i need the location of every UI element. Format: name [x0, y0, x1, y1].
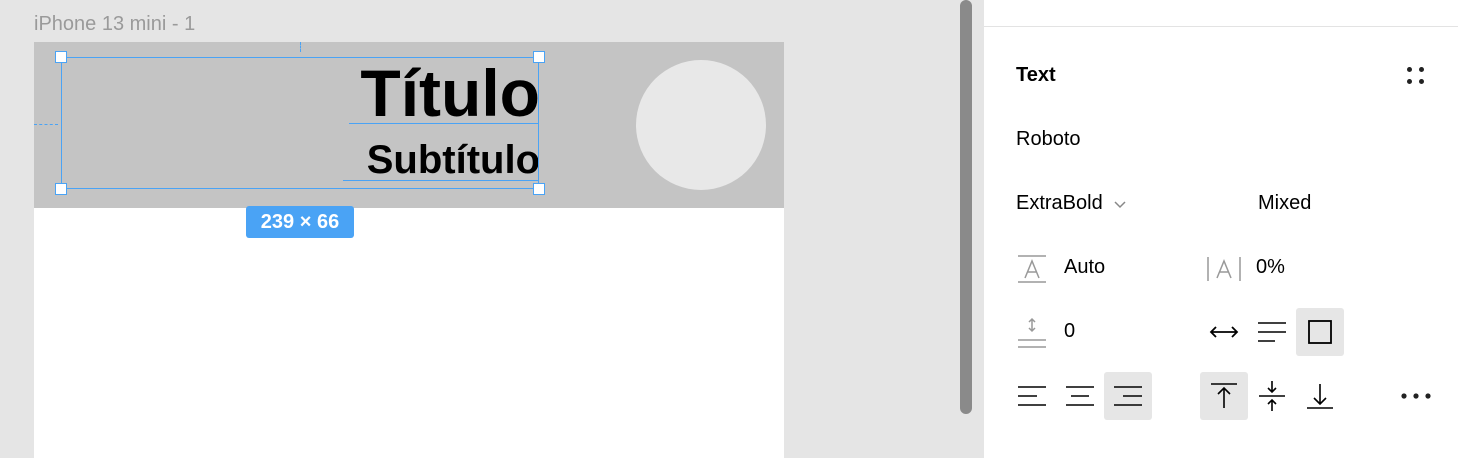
- text-section-title: Text: [1016, 64, 1056, 86]
- align-center-button[interactable]: [1056, 372, 1104, 420]
- spacing-guide-horizontal: [34, 124, 58, 125]
- resize-handle-top-right[interactable]: [533, 51, 545, 63]
- font-weight-select[interactable]: ExtraBold: [1016, 192, 1127, 215]
- avatar-circle[interactable]: [636, 60, 766, 190]
- dimension-badge: 239 × 66: [246, 206, 354, 238]
- paragraph-spacing-input[interactable]: 0: [1064, 320, 1075, 343]
- more-icon: [1401, 393, 1431, 399]
- fixed-size-button[interactable]: [1296, 308, 1344, 356]
- align-center-icon: [1066, 386, 1094, 406]
- line-height-icon: [1018, 255, 1046, 283]
- resize-handle-bottom-right[interactable]: [533, 183, 545, 195]
- align-left-icon: [1018, 386, 1046, 406]
- chevron-down-icon: [1114, 200, 1126, 208]
- align-top-icon: [1211, 383, 1237, 408]
- letter-spacing-icon: [1207, 257, 1241, 281]
- align-right-button[interactable]: [1104, 372, 1152, 420]
- paragraph-spacing-icon: [1018, 317, 1046, 348]
- auto-width-button[interactable]: [1200, 308, 1248, 356]
- font-size-input[interactable]: Mixed: [1258, 192, 1311, 215]
- spacing-guide-vertical: [300, 42, 301, 52]
- font-weight-label: ExtraBold: [1016, 192, 1103, 214]
- frame-label[interactable]: iPhone 13 mini - 1: [34, 13, 195, 36]
- letter-spacing-input[interactable]: 0%: [1256, 256, 1285, 279]
- auto-height-button[interactable]: [1248, 308, 1296, 356]
- align-middle-button[interactable]: [1248, 372, 1296, 420]
- arrows-horizontal-icon: [1209, 326, 1239, 338]
- subtitle-baseline: [343, 180, 539, 181]
- more-options-button[interactable]: [1392, 372, 1440, 420]
- line-height-input[interactable]: Auto: [1064, 256, 1105, 279]
- square-icon: [1308, 320, 1332, 344]
- align-bottom-button[interactable]: [1296, 372, 1344, 420]
- canvas-scrollbar[interactable]: [960, 0, 972, 414]
- title-baseline: [349, 123, 539, 124]
- resize-handle-bottom-left[interactable]: [55, 183, 67, 195]
- properties-panel: Text Roboto ExtraBold Mixed Auto 0% 0: [984, 0, 1458, 458]
- align-bottom-icon: [1307, 384, 1333, 409]
- lines-icon: [1258, 322, 1286, 342]
- font-family-select[interactable]: Roboto: [1016, 128, 1081, 151]
- text-styles-icon[interactable]: [1402, 62, 1430, 90]
- divider: [984, 26, 1458, 27]
- align-left-button[interactable]: [1008, 372, 1056, 420]
- align-right-icon: [1114, 386, 1142, 406]
- design-canvas[interactable]: iPhone 13 mini - 1 Título Subtítulo 239 …: [0, 0, 984, 458]
- align-middle-icon: [1259, 381, 1285, 411]
- resize-handle-top-left[interactable]: [55, 51, 67, 63]
- align-top-button[interactable]: [1200, 372, 1248, 420]
